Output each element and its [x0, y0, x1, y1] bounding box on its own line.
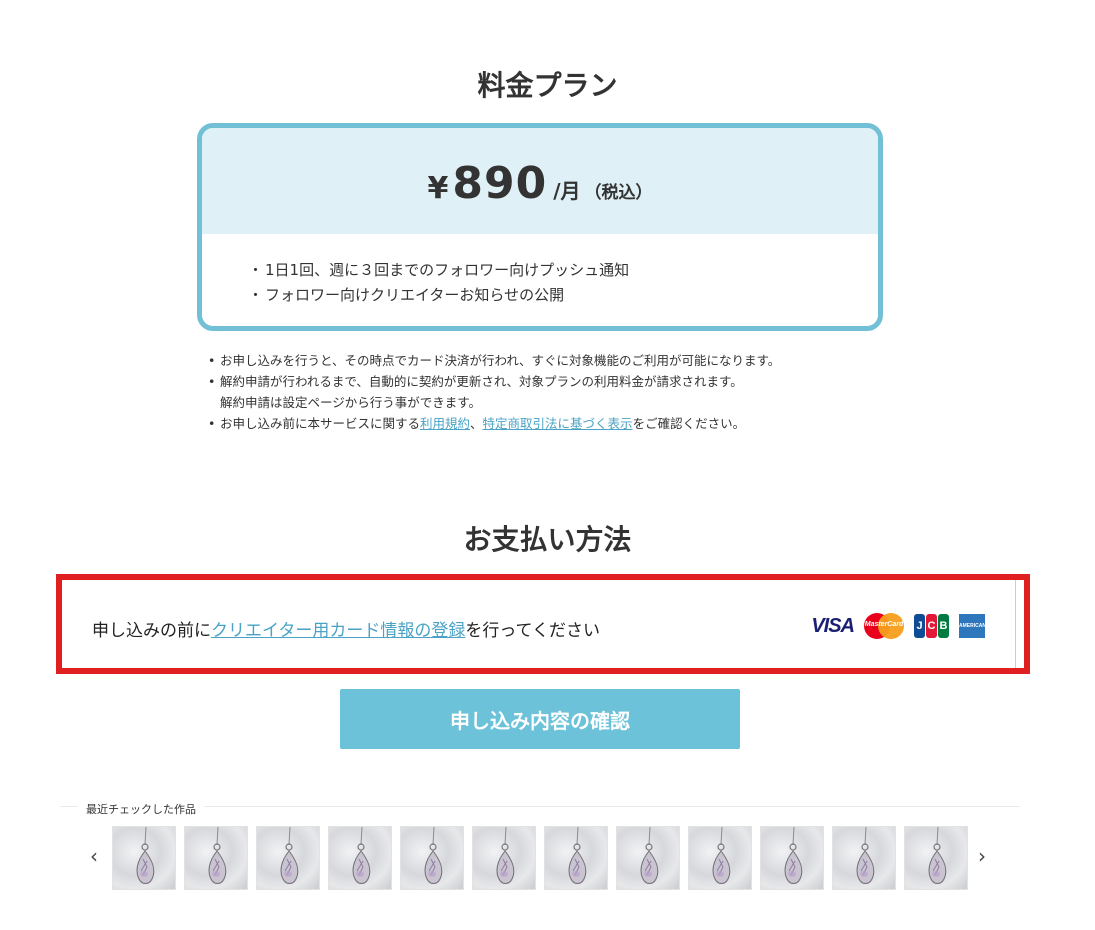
recent-work-thumbnail[interactable] [400, 826, 464, 890]
register-card-link[interactable]: クリエイター用カード情報の登録 [211, 621, 465, 641]
recent-work-thumbnail[interactable] [832, 826, 896, 890]
plan-feature: 1日1回、週に３回までのフォロワー向けプッシュ通知 [248, 258, 878, 283]
plan-features: 1日1回、週に３回までのフォロワー向けプッシュ通知 フォロワー向けクリエイターお… [202, 234, 878, 308]
note-text: お申し込み前に本サービスに関する [220, 416, 421, 431]
recent-work-thumbnail[interactable] [328, 826, 392, 890]
plan-card: ¥ 890 /月 （税込） 1日1回、週に３回までのフォロワー向けプッシュ通知 … [197, 123, 883, 331]
note-item: お申し込みを行うと、その時点でカード決済が行われ、すぐに対象機能のご利用が可能に… [206, 350, 866, 371]
note-item: お申し込み前に本サービスに関する利用規約、特定商取引法に基づく表示をご確認くださ… [206, 413, 866, 434]
recent-works-carousel [112, 826, 968, 890]
terms-of-use-link[interactable]: 利用規約 [420, 416, 470, 431]
plan-title: 料金プラン [477, 69, 618, 102]
recent-work-thumbnail[interactable] [688, 826, 752, 890]
recent-divider [60, 806, 1020, 807]
price-unit: /月 [553, 179, 581, 203]
mastercard-text: MasterCard [864, 621, 904, 628]
recent-work-thumbnail[interactable] [904, 826, 968, 890]
jcb-icon: JCB [914, 614, 949, 638]
amex-icon: AMERICAN EXPRESS [959, 614, 986, 653]
price-amount: 890 [452, 158, 548, 209]
note-text: をご確認ください。 [632, 416, 746, 431]
note-text: 解約申請が行われるまで、自動的に契約が更新され、対象プランの利用料金が請求されま… [220, 374, 743, 389]
payment-title: お支払い方法 [463, 523, 632, 556]
recent-work-thumbnail[interactable] [616, 826, 680, 890]
recent-work-thumbnail[interactable] [184, 826, 248, 890]
card-brands: VISA MasterCard JCB AMERICAN EXPRESS [811, 613, 986, 653]
plan-price: ¥ 890 /月 （税込） [202, 128, 878, 234]
note-separator: 、 [470, 416, 483, 431]
recent-work-thumbnail[interactable] [256, 826, 320, 890]
payment-text: 申し込みの前に [92, 621, 211, 641]
recent-works-label: 最近チェックした作品 [78, 801, 204, 817]
terms-notes: お申し込みを行うと、その時点でカード決済が行われ、すぐに対象機能のご利用が可能に… [206, 350, 866, 434]
recent-work-thumbnail[interactable] [472, 826, 536, 890]
currency-symbol: ¥ [427, 171, 449, 206]
recent-work-thumbnail[interactable] [544, 826, 608, 890]
recent-work-thumbnail[interactable] [112, 826, 176, 890]
carousel-prev-icon[interactable]: ‹ [90, 846, 98, 866]
payment-inner: 申し込みの前にクリエイター用カード情報の登録を行ってください VISA Mast… [62, 580, 1016, 668]
note-text: 解約申請は設定ページから行う事ができます。 [220, 395, 482, 410]
recent-work-thumbnail[interactable] [760, 826, 824, 890]
carousel-next-icon[interactable]: › [978, 846, 986, 866]
payment-instruction: 申し込みの前にクリエイター用カード情報の登録を行ってください [92, 616, 600, 641]
confirm-application-button[interactable]: 申し込み内容の確認 [340, 689, 740, 749]
payment-method-box: 申し込みの前にクリエイター用カード情報の登録を行ってください VISA Mast… [56, 574, 1030, 674]
visa-icon: VISA [811, 614, 855, 637]
mastercard-icon: MasterCard [864, 613, 904, 639]
commercial-law-link[interactable]: 特定商取引法に基づく表示 [483, 416, 633, 431]
note-item: 解約申請が行われるまで、自動的に契約が更新され、対象プランの利用料金が請求されま… [206, 371, 866, 413]
plan-feature: フォロワー向けクリエイターお知らせの公開 [248, 283, 878, 308]
payment-text: を行ってください [465, 621, 600, 641]
tax-note: （税込） [584, 183, 653, 203]
